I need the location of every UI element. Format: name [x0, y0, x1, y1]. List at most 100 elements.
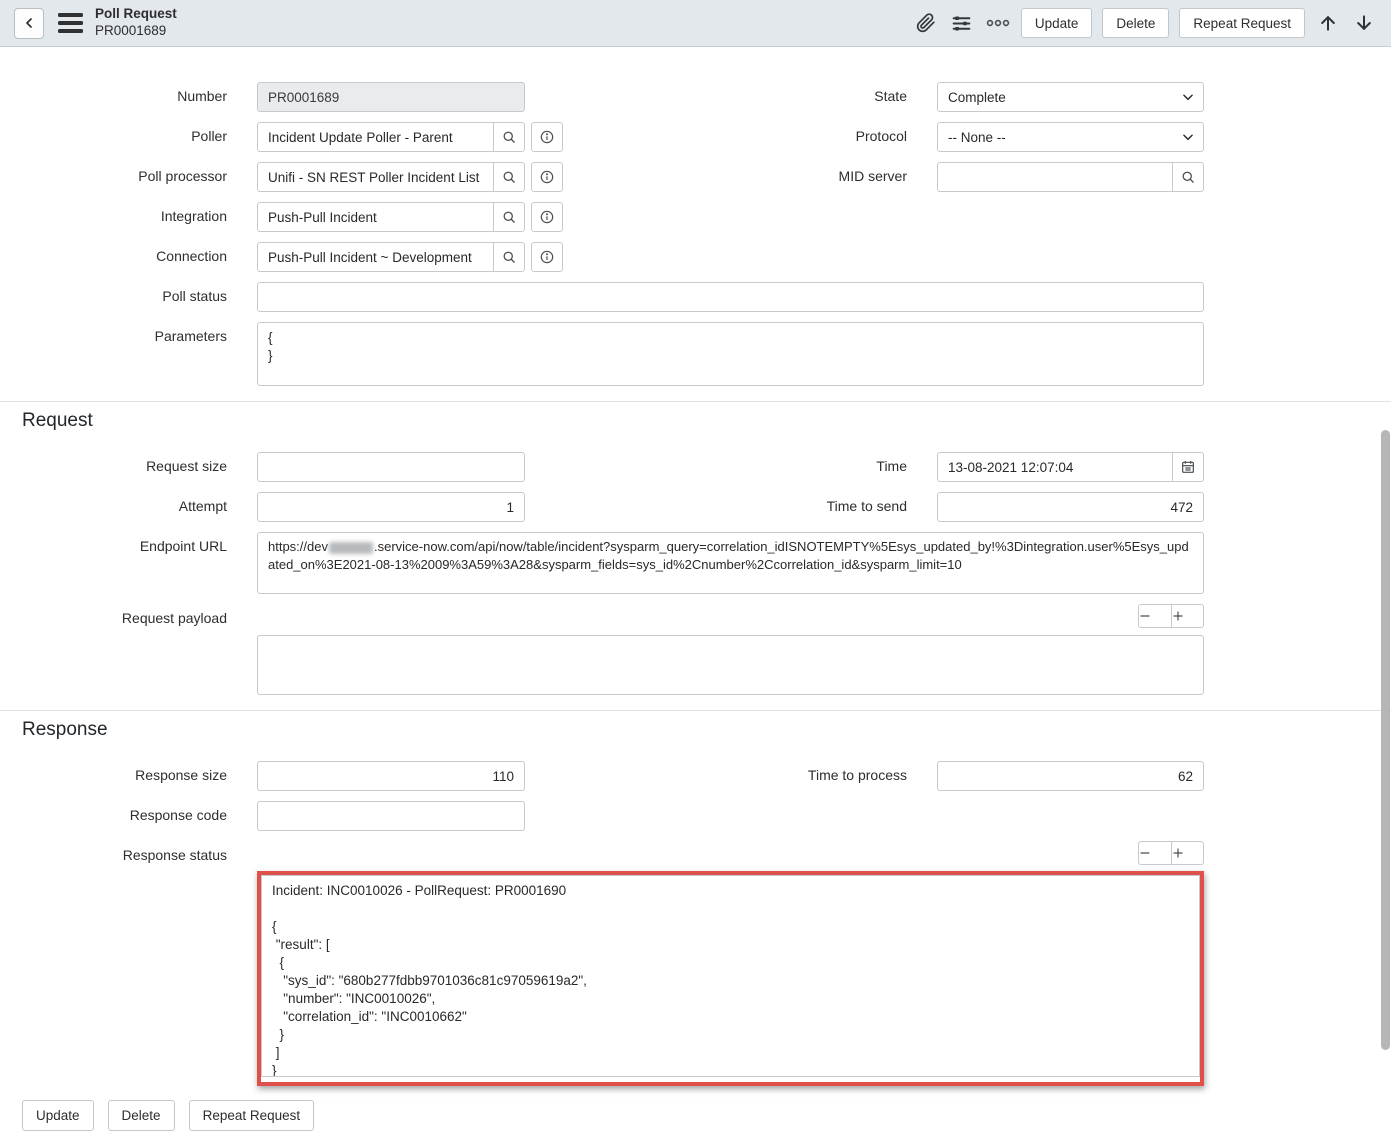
- footer-repeat-request-button[interactable]: Repeat Request: [189, 1100, 315, 1131]
- search-icon: [502, 250, 517, 265]
- connection-label: Connection: [0, 242, 227, 264]
- time-label: Time: [525, 452, 907, 474]
- response-size-input[interactable]: [257, 761, 525, 791]
- response-status-label: Response status: [0, 841, 227, 863]
- attempt-input[interactable]: [257, 492, 525, 522]
- back-button[interactable]: [14, 8, 44, 39]
- protocol-select[interactable]: -- None --: [937, 122, 1204, 152]
- arrow-up-icon: [1318, 13, 1338, 33]
- time-to-process-input[interactable]: [937, 761, 1204, 791]
- footer-delete-button[interactable]: Delete: [108, 1100, 175, 1131]
- minus-icon: [1139, 847, 1151, 859]
- response-status-grow-button[interactable]: [1171, 841, 1204, 865]
- time-to-send-label: Time to send: [525, 492, 907, 514]
- parameters-textarea[interactable]: { }: [257, 322, 1204, 386]
- search-icon: [1181, 170, 1196, 185]
- request-size-label: Request size: [0, 452, 227, 474]
- calendar-icon: [1180, 459, 1196, 475]
- number-input[interactable]: [257, 82, 525, 112]
- poller-input[interactable]: [257, 122, 493, 152]
- next-record-button[interactable]: [1351, 10, 1377, 36]
- connection-lookup-button[interactable]: [493, 242, 525, 272]
- previous-record-button[interactable]: [1315, 10, 1341, 36]
- personalize-form-button[interactable]: [949, 10, 975, 36]
- poll-processor-label: Poll processor: [0, 162, 227, 184]
- attempt-label: Attempt: [0, 492, 227, 514]
- chevron-left-icon: [21, 15, 37, 31]
- paperclip-icon: [916, 13, 936, 33]
- request-section-title: Request: [0, 402, 1391, 432]
- endpoint-url-label: Endpoint URL: [0, 532, 227, 554]
- plus-icon: [1172, 847, 1184, 859]
- more-options-button[interactable]: [985, 10, 1011, 36]
- request-payload-textarea[interactable]: [257, 635, 1204, 695]
- endpoint-url-prefix: https://dev: [268, 539, 328, 554]
- integration-lookup-button[interactable]: [493, 202, 525, 232]
- response-status-textarea[interactable]: Incident: INC0010026 - PollRequest: PR00…: [261, 875, 1200, 1077]
- integration-input[interactable]: [257, 202, 493, 232]
- mid-server-label: MID server: [563, 162, 907, 184]
- response-code-label: Response code: [0, 801, 227, 823]
- request-payload-label: Request payload: [0, 604, 227, 626]
- search-icon: [502, 170, 517, 185]
- poll-status-label: Poll status: [0, 282, 227, 304]
- arrow-down-icon: [1354, 13, 1374, 33]
- attachment-button[interactable]: [913, 10, 939, 36]
- poller-lookup-button[interactable]: [493, 122, 525, 152]
- request-size-input[interactable]: [257, 452, 525, 482]
- header-repeat-request-button[interactable]: Repeat Request: [1179, 8, 1305, 38]
- vertical-scrollbar-thumb[interactable]: [1381, 430, 1390, 1050]
- redacted-instance-name: [329, 542, 373, 554]
- form-header: Poll Request PR0001689 Update Delete: [0, 0, 1391, 47]
- page-title: Poll Request PR0001689: [95, 6, 177, 40]
- response-size-label: Response size: [0, 761, 227, 783]
- info-icon: [539, 209, 555, 225]
- search-icon: [502, 130, 517, 145]
- poller-preview-button[interactable]: [531, 122, 563, 152]
- minus-icon: [1139, 610, 1151, 622]
- time-input[interactable]: [937, 452, 1172, 482]
- form-footer: Update Delete Repeat Request: [0, 1086, 1391, 1131]
- endpoint-url-input[interactable]: https://dev.service-now.com/api/now/tabl…: [257, 532, 1204, 594]
- time-calendar-button[interactable]: [1172, 452, 1204, 482]
- context-menu-icon[interactable]: [58, 13, 83, 33]
- parameters-label: Parameters: [0, 322, 227, 344]
- footer-update-button[interactable]: Update: [22, 1100, 94, 1131]
- sliders-icon: [951, 13, 972, 34]
- search-icon: [502, 210, 517, 225]
- connection-input[interactable]: [257, 242, 493, 272]
- endpoint-url-suffix: .service-now.com/api/now/table/incident?…: [268, 539, 1189, 572]
- time-to-process-label: Time to process: [525, 761, 907, 783]
- header-update-button[interactable]: Update: [1021, 8, 1093, 38]
- info-icon: [539, 169, 555, 185]
- mid-server-lookup-button[interactable]: [1172, 162, 1204, 192]
- poll-processor-input[interactable]: [257, 162, 493, 192]
- mid-server-input[interactable]: [937, 162, 1172, 192]
- response-status-highlight-box: Incident: INC0010026 - PollRequest: PR00…: [257, 871, 1204, 1086]
- record-type-title: Poll Request: [95, 6, 177, 23]
- poll-processor-lookup-button[interactable]: [493, 162, 525, 192]
- poller-label: Poller: [0, 122, 227, 144]
- record-number-subtitle: PR0001689: [95, 23, 177, 40]
- request-payload-grow-button[interactable]: [1171, 604, 1204, 628]
- request-payload-shrink-button[interactable]: [1138, 604, 1171, 628]
- poll-status-input[interactable]: [257, 282, 1204, 312]
- connection-preview-button[interactable]: [531, 242, 563, 272]
- header-delete-button[interactable]: Delete: [1102, 8, 1169, 38]
- plus-icon: [1172, 610, 1184, 622]
- state-label: State: [525, 82, 907, 104]
- protocol-label: Protocol: [563, 122, 907, 144]
- response-code-input[interactable]: [257, 801, 525, 831]
- integration-label: Integration: [0, 202, 227, 224]
- response-status-shrink-button[interactable]: [1138, 841, 1171, 865]
- time-to-send-input[interactable]: [937, 492, 1204, 522]
- info-icon: [539, 129, 555, 145]
- state-select[interactable]: Complete: [937, 82, 1204, 112]
- integration-preview-button[interactable]: [531, 202, 563, 232]
- response-section-title: Response: [0, 711, 1391, 741]
- poll-request-form-page: Poll Request PR0001689 Update Delete: [0, 0, 1391, 1131]
- number-label: Number: [0, 82, 227, 104]
- info-icon: [539, 249, 555, 265]
- more-options-icon: [986, 18, 1010, 28]
- poll-processor-preview-button[interactable]: [531, 162, 563, 192]
